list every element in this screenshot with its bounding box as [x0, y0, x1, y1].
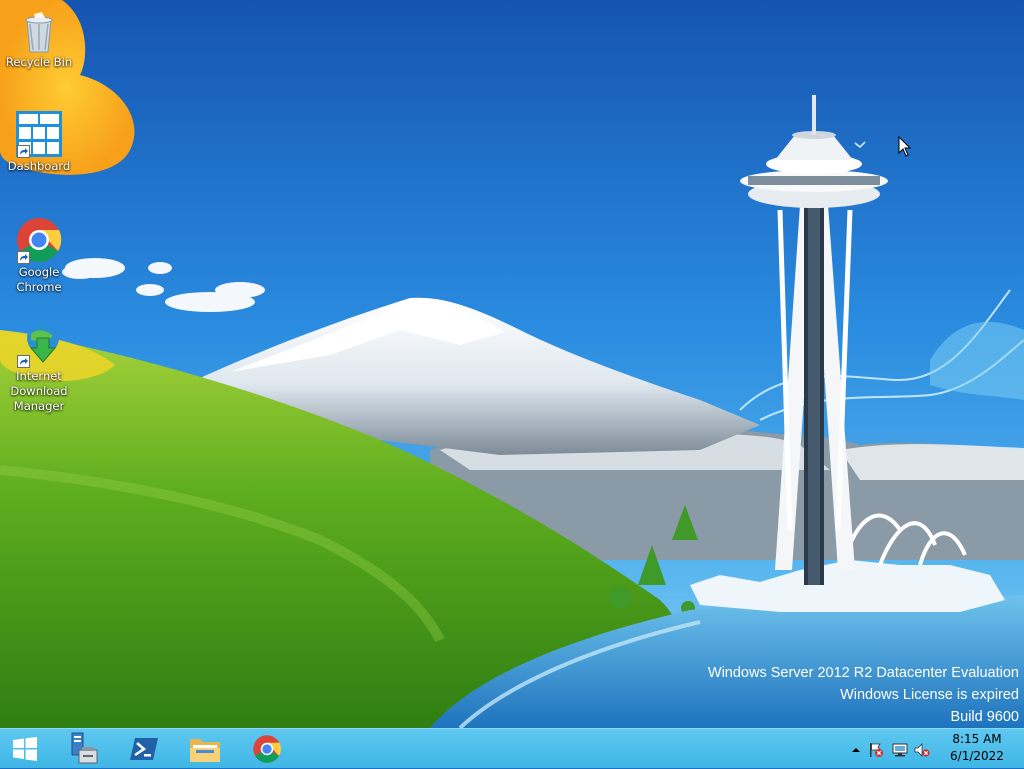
- system-tray: 8:15 AM 6/1/2022: [844, 729, 1024, 769]
- taskbar-clock[interactable]: 8:15 AM 6/1/2022: [942, 731, 1012, 765]
- windows-logo-icon: [13, 737, 37, 761]
- taskbar-google-chrome[interactable]: [240, 729, 294, 769]
- edition-text: Windows Server 2012 R2 Datacenter Evalua…: [707, 665, 1019, 681]
- desktop-icon-dashboard[interactable]: Dashboard: [4, 110, 74, 174]
- powershell-icon: [130, 738, 158, 760]
- wallpaper: [0, 0, 1024, 728]
- dashboard-icon: [15, 110, 63, 158]
- action-center-flag-icon[interactable]: [868, 742, 884, 758]
- clock-time: 8:15 AM: [952, 732, 1002, 746]
- shortcut-arrow-icon: [17, 355, 30, 368]
- start-button[interactable]: [0, 729, 50, 769]
- network-icon[interactable]: [892, 742, 908, 758]
- shortcut-arrow-icon: [17, 145, 30, 158]
- taskbar-server-manager[interactable]: [55, 729, 109, 769]
- server-manager-icon: [71, 732, 98, 764]
- mouse-cursor-icon: [898, 136, 912, 157]
- chrome-icon: [15, 216, 63, 264]
- chrome-icon: [253, 735, 281, 763]
- windows-watermark: Windows Server 2012 R2 Datacenter Evalua…: [708, 662, 1019, 728]
- desktop-icon-label: Dashboard: [7, 159, 71, 173]
- desktop-icon-recycle-bin[interactable]: Recycle Bin: [4, 6, 74, 70]
- taskbar[interactable]: 8:15 AM 6/1/2022: [0, 728, 1024, 768]
- desktop[interactable]: Recycle Bin Dashboard Google Chrome Inte…: [0, 0, 1024, 728]
- desktop-icon-internet-download-manager[interactable]: Internet Download Manager: [4, 320, 74, 414]
- show-hidden-icons-icon[interactable]: [848, 742, 864, 758]
- desktop-icon-label: Google Chrome: [16, 265, 62, 294]
- shortcut-arrow-icon: [17, 251, 30, 264]
- clock-date: 6/1/2022: [950, 749, 1004, 763]
- desktop-icon-label: Recycle Bin: [5, 55, 73, 69]
- idm-icon: [15, 320, 63, 368]
- taskbar-powershell[interactable]: [117, 729, 171, 769]
- recycle-bin-icon: [15, 6, 63, 54]
- desktop-icon-google-chrome[interactable]: Google Chrome: [4, 216, 74, 295]
- build-text: Build 9600: [950, 709, 1019, 725]
- desktop-icon-label: Internet Download Manager: [10, 369, 68, 413]
- license-text: Windows License is expired: [840, 687, 1019, 703]
- folder-icon: [190, 739, 220, 762]
- taskbar-file-explorer[interactable]: [178, 729, 232, 769]
- volume-muted-icon[interactable]: [914, 742, 930, 758]
